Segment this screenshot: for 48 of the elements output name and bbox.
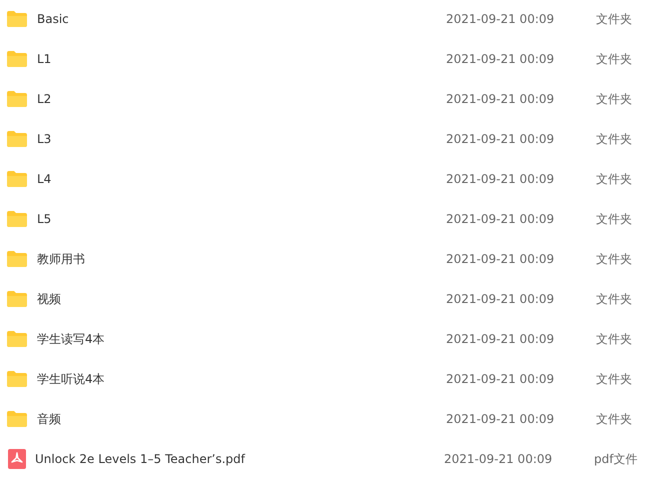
file-type: 文件夹 [596, 250, 632, 268]
folder-icon [7, 211, 27, 227]
modified-date: 2021-09-21 00:09 [446, 292, 556, 306]
file-type: 文件夹 [596, 50, 632, 68]
folder-icon [7, 171, 27, 187]
file-name[interactable]: Unlock 2e Levels 1–5 Teacher’s.pdf [35, 452, 444, 466]
modified-date: 2021-09-21 00:09 [446, 52, 556, 66]
modified-date: 2021-09-21 00:09 [446, 412, 556, 426]
modified-date: 2021-09-21 00:09 [446, 332, 556, 346]
file-type: 文件夹 [596, 10, 632, 28]
modified-date: 2021-09-21 00:09 [446, 172, 556, 186]
file-name[interactable]: 教师用书 [37, 250, 446, 268]
folder-icon [7, 331, 27, 347]
file-type: 文件夹 [596, 410, 632, 428]
file-type: 文件夹 [596, 290, 632, 308]
file-name[interactable]: Basic [37, 12, 446, 26]
modified-date: 2021-09-21 00:09 [446, 92, 556, 106]
file-type: pdf文件 [594, 450, 638, 468]
file-type: 文件夹 [596, 130, 632, 148]
file-type: 文件夹 [596, 90, 632, 108]
pdf-file-icon [8, 449, 26, 469]
file-name[interactable]: L5 [37, 212, 446, 226]
file-name[interactable]: L4 [37, 172, 446, 186]
folder-icon [7, 11, 27, 27]
file-name[interactable]: 视频 [37, 290, 446, 308]
folder-icon [7, 91, 27, 107]
folder-icon [7, 131, 27, 147]
folder-icon [7, 51, 27, 67]
folder-icon [7, 251, 27, 267]
file-type: 文件夹 [596, 330, 632, 348]
file-name[interactable]: L3 [37, 132, 446, 146]
file-type: 文件夹 [596, 370, 632, 388]
file-name[interactable]: 学生读写4本 [37, 330, 446, 348]
modified-date: 2021-09-21 00:09 [444, 452, 554, 466]
modified-date: 2021-09-21 00:09 [446, 132, 556, 146]
modified-date: 2021-09-21 00:09 [446, 12, 556, 26]
folder-icon [7, 371, 27, 387]
modified-date: 2021-09-21 00:09 [446, 252, 556, 266]
file-name[interactable]: L1 [37, 52, 446, 66]
folder-icon [7, 411, 27, 427]
file-type: 文件夹 [596, 210, 632, 228]
file-name[interactable]: 学生听说4本 [37, 370, 446, 388]
modified-date: 2021-09-21 00:09 [446, 372, 556, 386]
file-name[interactable]: L2 [37, 92, 446, 106]
file-type: 文件夹 [596, 170, 632, 188]
file-name[interactable]: 音频 [37, 410, 446, 428]
folder-icon [7, 291, 27, 307]
modified-date: 2021-09-21 00:09 [446, 212, 556, 226]
